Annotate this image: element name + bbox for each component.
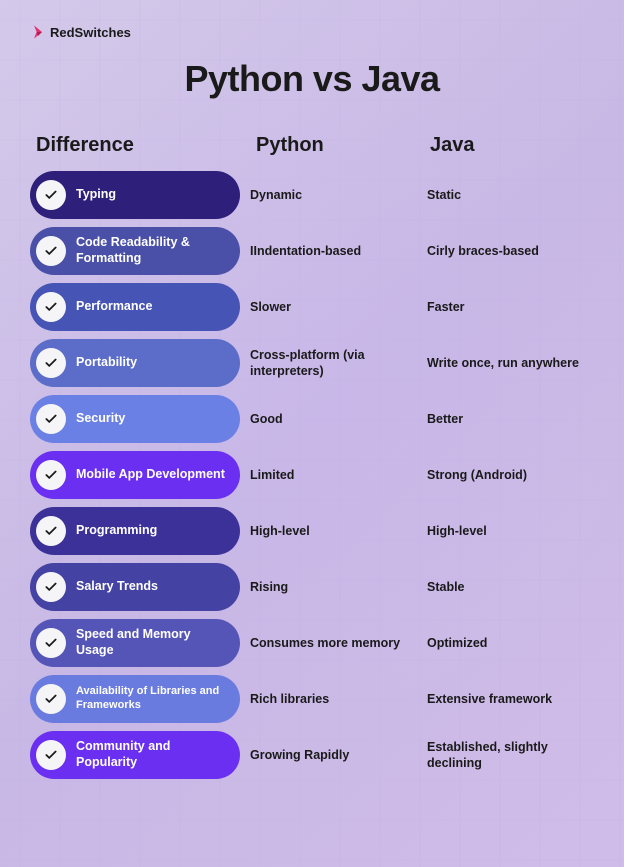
check-icon — [36, 236, 66, 266]
brand-name: RedSwitches — [50, 25, 131, 40]
difference-pill: Programming — [30, 507, 240, 555]
comparison-row: Mobile App Development Limited Strong (And… — [30, 451, 594, 499]
check-icon — [36, 348, 66, 378]
difference-label: Performance — [76, 299, 152, 315]
check-icon — [36, 516, 66, 546]
python-value: Good — [250, 411, 417, 427]
check-icon — [36, 740, 66, 770]
python-value: Slower — [250, 299, 417, 315]
java-value: Optimized — [427, 635, 594, 651]
check-icon — [36, 628, 66, 658]
difference-label: Typing — [76, 187, 116, 203]
header-python: Python — [256, 134, 420, 157]
python-value: Dynamic — [250, 187, 417, 203]
comparison-row: Salary Trends Rising Stable — [30, 563, 594, 611]
java-value: Stable — [427, 579, 594, 595]
difference-pill: Salary Trends — [30, 563, 240, 611]
difference-pill: Availability of Libraries and Frameworks — [30, 675, 240, 723]
check-icon — [36, 684, 66, 714]
page-title: Python vs Java — [30, 58, 594, 100]
brand-logo: RedSwitches — [30, 24, 594, 40]
java-value: Better — [427, 411, 594, 427]
python-value: Growing Rapidly — [250, 747, 417, 763]
java-value: Static — [427, 187, 594, 203]
java-value: Faster — [427, 299, 594, 315]
difference-pill: Performance — [30, 283, 240, 331]
python-value: Rich libraries — [250, 691, 417, 707]
brand-logo-icon — [30, 24, 46, 40]
java-value: Extensive framework — [427, 691, 594, 707]
difference-pill: Security — [30, 395, 240, 443]
comparison-row: Code Readability & Formatting IIndentatio… — [30, 227, 594, 275]
java-value: Cirly braces-based — [427, 243, 594, 259]
header-difference: Difference — [36, 134, 246, 157]
check-icon — [36, 404, 66, 434]
difference-pill: Code Readability & Formatting — [30, 227, 240, 275]
difference-pill: Typing — [30, 171, 240, 219]
check-icon — [36, 180, 66, 210]
header-java: Java — [430, 134, 594, 157]
python-value: Rising — [250, 579, 417, 595]
difference-pill: Portability — [30, 339, 240, 387]
python-value: Limited — [250, 467, 417, 483]
comparison-row: Portability Cross-platform (via interpret… — [30, 339, 594, 387]
difference-pill: Mobile App Development — [30, 451, 240, 499]
comparison-row: Availability of Libraries and Frameworks… — [30, 675, 594, 723]
java-value: High-level — [427, 523, 594, 539]
difference-label: Security — [76, 411, 125, 427]
comparison-row: Performance Slower Faster — [30, 283, 594, 331]
java-value: Established, slightly declining — [427, 739, 594, 772]
difference-label: Community and Popularity — [76, 739, 226, 770]
comparison-row: Security Good Better — [30, 395, 594, 443]
difference-label: Speed and Memory Usage — [76, 627, 226, 658]
check-icon — [36, 460, 66, 490]
difference-label: Code Readability & Formatting — [76, 235, 226, 266]
python-value: High-level — [250, 523, 417, 539]
check-icon — [36, 572, 66, 602]
check-icon — [36, 292, 66, 322]
difference-label: Mobile App Development — [76, 467, 225, 483]
difference-label: Programming — [76, 523, 157, 539]
java-value: Write once, run anywhere — [427, 355, 594, 371]
difference-label: Availability of Libraries and Frameworks — [76, 685, 226, 713]
python-value: Cross-platform (via interpreters) — [250, 347, 417, 380]
difference-pill: Community and Popularity — [30, 731, 240, 779]
comparison-row: Typing Dynamic Static — [30, 171, 594, 219]
column-headers: Difference Python Java — [30, 134, 594, 157]
java-value: Strong (Android) — [427, 467, 594, 483]
comparison-row: Community and Popularity Growing Rapidly E… — [30, 731, 594, 779]
comparison-row: Speed and Memory Usage Consumes more memo… — [30, 619, 594, 667]
python-value: Consumes more memory — [250, 635, 417, 651]
comparison-rows: Typing Dynamic Static Code Readability & Fo… — [30, 171, 594, 779]
comparison-row: Programming High-level High-level — [30, 507, 594, 555]
difference-label: Portability — [76, 355, 137, 371]
difference-pill: Speed and Memory Usage — [30, 619, 240, 667]
python-value: IIndentation-based — [250, 243, 417, 259]
difference-label: Salary Trends — [76, 579, 158, 595]
